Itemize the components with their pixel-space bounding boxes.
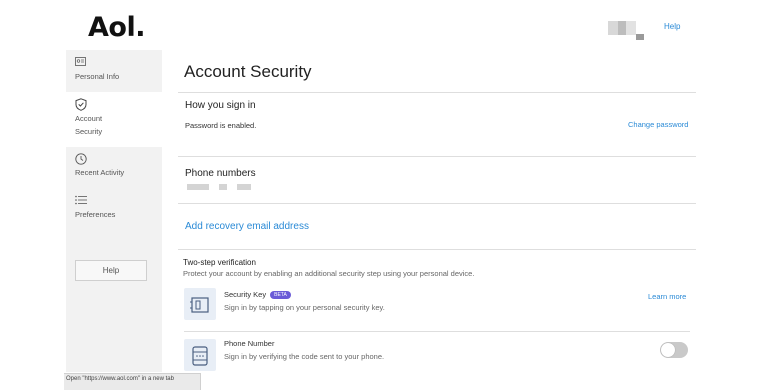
change-password-link[interactable]: Change password	[628, 120, 688, 129]
sidebar-item-label: Preferences	[75, 210, 116, 219]
sidebar-item-label: Personal Info	[75, 72, 120, 81]
learn-more-link[interactable]: Learn more	[648, 292, 686, 301]
sidebar-item-personal-info[interactable]: Personal Info	[66, 50, 162, 92]
security-key-tile	[184, 288, 216, 320]
sidebar-item-label: Security	[75, 127, 103, 136]
header-help-link[interactable]: Help	[664, 22, 680, 31]
sidebar-item-label: Recent Activity	[75, 168, 125, 177]
two-step-description: Protect your account by enabling an addi…	[183, 269, 475, 278]
sidebar-item-label: Account	[75, 114, 103, 123]
toggle-knob	[661, 343, 675, 357]
sidebar-item-account-security[interactable]: Account Security	[66, 92, 162, 147]
security-key-title: Security Key BETA	[224, 290, 291, 300]
avatar[interactable]	[608, 21, 646, 40]
clock-icon	[75, 153, 87, 167]
list-icon	[75, 195, 87, 207]
phone-number-title: Phone Number	[224, 339, 275, 348]
browser-status-bar: Open "https://www.aol.com" in a new tab	[64, 373, 201, 390]
divider	[178, 203, 696, 204]
shield-check-icon	[75, 98, 87, 113]
security-key-icon	[190, 297, 209, 313]
add-recovery-email-link[interactable]: Add recovery email address	[185, 221, 309, 232]
phone-number-toggle[interactable]	[660, 342, 688, 358]
divider	[184, 331, 690, 332]
sidebar-item-recent-activity[interactable]: Recent Activity	[66, 147, 162, 189]
security-key-description: Sign in by tapping on your personal secu…	[224, 303, 385, 312]
aol-logo[interactable]: Aol.	[88, 12, 145, 43]
sign-in-heading: How you sign in	[185, 100, 256, 111]
page-title: Account Security	[184, 62, 312, 81]
id-card-icon	[75, 57, 86, 68]
phone-icon	[192, 346, 208, 366]
sidebar-help-button[interactable]: Help	[75, 260, 147, 281]
security-key-label: Security Key	[224, 290, 267, 299]
phone-number-tile	[184, 339, 216, 371]
password-status: Password is enabled.	[185, 121, 257, 130]
beta-badge: BETA	[270, 291, 291, 300]
two-step-heading: Two-step verification	[183, 258, 256, 267]
divider	[178, 156, 696, 157]
divider	[178, 92, 696, 93]
phone-numbers-heading: Phone numbers	[185, 168, 256, 179]
divider	[178, 249, 696, 250]
phone-number-description: Sign in by verifying the code sent to yo…	[224, 352, 385, 361]
masked-phone-number	[187, 184, 251, 190]
sidebar-item-preferences[interactable]: Preferences	[66, 189, 162, 231]
sidebar: Personal Info Account Security Recent Ac…	[66, 50, 162, 372]
